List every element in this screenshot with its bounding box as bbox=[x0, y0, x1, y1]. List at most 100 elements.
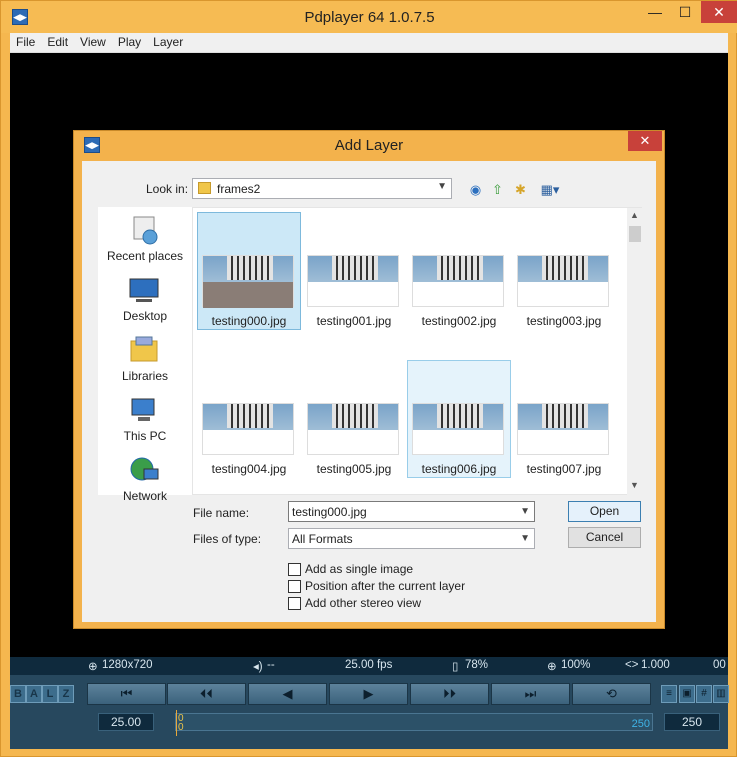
position-after-layer-checkbox[interactable]: Position after the current layer bbox=[288, 579, 548, 595]
mode-l-button[interactable]: L bbox=[42, 685, 58, 703]
file-thumbnail bbox=[307, 255, 399, 307]
maximize-button[interactable]: ☐ bbox=[671, 1, 699, 23]
scroll-down-icon[interactable]: ▼ bbox=[630, 480, 639, 490]
mode-a-button[interactable]: A bbox=[26, 685, 42, 703]
desktop-icon bbox=[129, 278, 159, 302]
timeline-slider[interactable]: 00 250 bbox=[175, 710, 653, 736]
places-bar: Recent places Desktop Libraries This PC … bbox=[98, 207, 192, 503]
title-bar: ◀▶ Pdplayer 64 1.0.7.5 — ☐ ✕ bbox=[1, 1, 737, 33]
file-type-dropdown[interactable]: All Formats ▼ bbox=[288, 528, 535, 549]
prev-frame-button[interactable]: ⏴⏴ bbox=[167, 683, 246, 705]
place-network[interactable]: Network bbox=[98, 455, 192, 515]
timeline-end-label: 250 bbox=[631, 718, 650, 730]
menu-edit[interactable]: Edit bbox=[41, 33, 74, 52]
file-list: testing000.jpg testing001.jpg testing002… bbox=[192, 207, 643, 495]
checkbox-box[interactable] bbox=[288, 563, 301, 576]
list-view-icon[interactable]: ≡ bbox=[661, 685, 677, 703]
menu-view[interactable]: View bbox=[74, 33, 112, 52]
file-tile-testing006[interactable]: testing006.jpg bbox=[407, 360, 511, 478]
file-thumbnail bbox=[412, 403, 504, 455]
place-libraries[interactable]: Libraries bbox=[98, 335, 192, 395]
place-this-pc[interactable]: This PC bbox=[98, 395, 192, 455]
mode-z-button[interactable]: Z bbox=[58, 685, 74, 703]
checkbox-box[interactable] bbox=[288, 597, 301, 610]
new-folder-icon[interactable]: ✱ bbox=[512, 181, 529, 198]
minimize-button[interactable]: — bbox=[641, 1, 669, 23]
loop-button[interactable]: ⟲ bbox=[572, 683, 651, 705]
zoom-value: 100% bbox=[561, 659, 591, 671]
recent-places-icon bbox=[133, 216, 158, 245]
play-forward-button[interactable]: ▶ bbox=[329, 683, 408, 705]
timeline-start-label: 00 bbox=[178, 713, 184, 733]
close-button[interactable]: ✕ bbox=[701, 1, 737, 23]
grid-view-icon[interactable]: # bbox=[696, 685, 712, 703]
file-tile-testing003[interactable]: testing003.jpg bbox=[512, 212, 616, 330]
network-icon bbox=[130, 457, 159, 481]
add-single-image-checkbox[interactable]: Add as single image bbox=[288, 562, 548, 578]
this-pc-icon bbox=[131, 398, 155, 421]
back-icon[interactable]: ◉ bbox=[467, 181, 484, 198]
place-desktop[interactable]: Desktop bbox=[98, 275, 192, 335]
look-in-value: frames2 bbox=[217, 182, 261, 196]
menu-file[interactable]: File bbox=[10, 33, 41, 52]
last-frame-button[interactable]: ⏭ bbox=[491, 683, 570, 705]
zoom-icon: ⊕ bbox=[547, 661, 557, 673]
file-tile-testing004[interactable]: testing004.jpg bbox=[197, 360, 301, 478]
opacity-value: 78% bbox=[465, 659, 489, 671]
file-tile-testing001[interactable]: testing001.jpg bbox=[302, 212, 406, 330]
status-bar: ⊕ 1280x720 ◂) -- 25.00 fps ▯ 78% ⊕ 100% … bbox=[10, 657, 728, 675]
open-button[interactable]: Open bbox=[568, 501, 641, 522]
file-list-scrollbar[interactable]: ▲ ▼ bbox=[627, 208, 643, 495]
first-frame-button[interactable]: ⏮ bbox=[87, 683, 166, 705]
add-layer-dialog: ◀▶ Add Layer ✕ Look in: frames2 ▼ ◉ ⇧ ✱ … bbox=[73, 130, 665, 629]
file-type-label: Files of type: bbox=[193, 532, 262, 546]
file-tile-testing007[interactable]: testing007.jpg bbox=[512, 360, 616, 478]
file-thumbnail bbox=[517, 403, 609, 455]
chevron-down-icon: ▼ bbox=[520, 533, 530, 544]
timecode-value: 00 bbox=[713, 659, 726, 671]
menu-bar: File Edit View Play Layer bbox=[10, 33, 728, 53]
menu-layer[interactable]: Layer bbox=[147, 33, 189, 52]
mode-b-button[interactable]: B bbox=[10, 685, 26, 703]
file-thumbnail bbox=[412, 255, 504, 307]
frame-view-icon[interactable]: ▣ bbox=[679, 685, 695, 703]
audio-icon: ◂) bbox=[253, 661, 263, 673]
window-title: Pdplayer 64 1.0.7.5 bbox=[304, 9, 435, 26]
aspect-icon: <> bbox=[625, 659, 639, 671]
up-folder-icon[interactable]: ⇧ bbox=[489, 181, 506, 198]
file-thumbnail bbox=[517, 255, 609, 307]
app-window: ◀▶ Pdplayer 64 1.0.7.5 — ☐ ✕ File Edit Vie… bbox=[0, 0, 737, 757]
fps-value: 25.00 fps bbox=[345, 659, 393, 671]
dialog-body: Look in: frames2 ▼ ◉ ⇧ ✱ ▦▾ Recent place… bbox=[82, 161, 656, 622]
opacity-icon: ▯ bbox=[452, 661, 459, 673]
playhead[interactable] bbox=[176, 710, 177, 736]
cancel-button[interactable]: Cancel bbox=[568, 527, 641, 548]
add-stereo-view-checkbox[interactable]: Add other stereo view bbox=[288, 596, 548, 612]
place-recent-places[interactable]: Recent places bbox=[98, 215, 192, 275]
folder-icon bbox=[198, 182, 211, 194]
menu-play[interactable]: Play bbox=[112, 33, 147, 52]
look-in-dropdown[interactable]: frames2 ▼ bbox=[192, 178, 452, 199]
chevron-down-icon[interactable]: ▼ bbox=[520, 506, 530, 517]
libraries-icon bbox=[130, 336, 158, 362]
scroll-thumb[interactable] bbox=[629, 226, 641, 242]
resolution-icon: ⊕ bbox=[88, 661, 98, 673]
file-tile-testing002[interactable]: testing002.jpg bbox=[407, 212, 511, 330]
file-name-input[interactable]: testing000.jpg ▼ bbox=[288, 501, 535, 522]
file-tile-testing005[interactable]: testing005.jpg bbox=[302, 360, 406, 478]
split-view-icon[interactable]: ▥ bbox=[713, 685, 729, 703]
view-menu-icon[interactable]: ▦▾ bbox=[537, 181, 563, 198]
file-name-value: testing000.jpg bbox=[292, 505, 367, 519]
end-frame-field[interactable]: 250 bbox=[664, 713, 720, 731]
dialog-close-button[interactable]: ✕ bbox=[628, 131, 662, 151]
file-tile-testing000[interactable]: testing000.jpg bbox=[197, 212, 301, 330]
play-backward-button[interactable]: ◀ bbox=[248, 683, 327, 705]
start-frame-field[interactable]: 25.00 bbox=[98, 713, 154, 731]
look-in-label: Look in: bbox=[146, 182, 189, 196]
aspect-value: 1.000 bbox=[641, 659, 670, 671]
checkbox-box[interactable] bbox=[288, 580, 301, 593]
scroll-up-icon[interactable]: ▲ bbox=[630, 210, 639, 220]
audio-value: -- bbox=[267, 659, 275, 671]
dialog-title: Add Layer bbox=[334, 137, 404, 154]
next-frame-button[interactable]: ⏵⏵ bbox=[410, 683, 489, 705]
